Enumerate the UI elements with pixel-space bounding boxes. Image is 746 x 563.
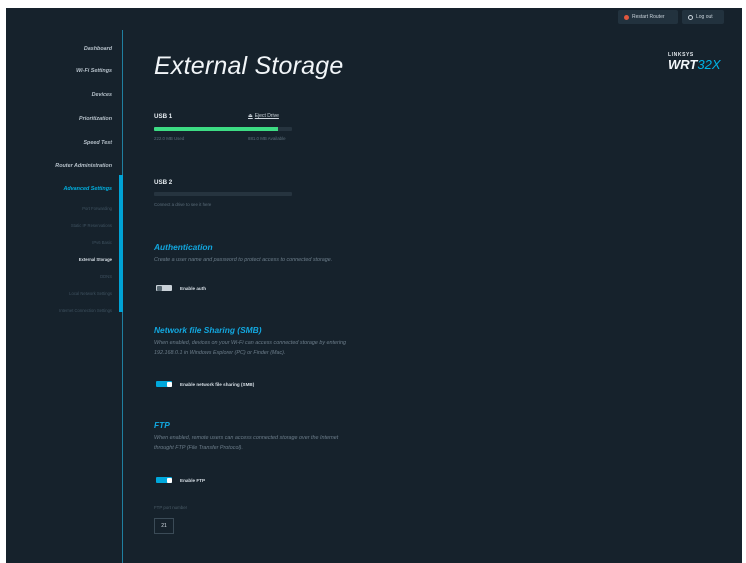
sidebar-sub-internet-connection-settings[interactable]: Internet Connection Settings	[59, 308, 112, 313]
main-content: External Storage USB 1 ⏏ Eject Drive 222…	[132, 26, 638, 563]
ftp-title: FTP	[154, 420, 170, 430]
smb-description-line2: 192.168.0.1 in Windows Explorer (PC) or …	[154, 350, 286, 356]
enable-ftp-label: Enable FTP	[180, 478, 206, 483]
authentication-title: Authentication	[154, 242, 213, 252]
usb2-usage-bar	[154, 192, 292, 196]
usb1-label: USB 1	[154, 113, 173, 120]
eject-icon: ⏏	[248, 113, 253, 119]
restart-router-button[interactable]: Restart Router	[618, 10, 678, 24]
sidebar-sub-external-storage[interactable]: External Storage	[79, 257, 112, 262]
sidebar-sub-ipv6-basic[interactable]: IPv6 Basic	[92, 240, 112, 245]
usb1-used-text: 222.0 MB Used	[154, 136, 185, 141]
eject-drive-link[interactable]: ⏏ Eject Drive	[248, 113, 279, 119]
sidebar-active-indicator	[119, 175, 123, 312]
brand-model: WRT32X	[668, 58, 721, 72]
brand-model-main: WRT	[668, 57, 698, 72]
usb1-usage-fill	[154, 127, 279, 131]
sidebar-sub-port-forwarding[interactable]: Port Forwarding	[82, 206, 112, 211]
authentication-description: Create a user name and password to prote…	[154, 257, 333, 263]
sidebar-item-router-administration[interactable]: Router Administration	[55, 163, 112, 169]
page-title: External Storage	[154, 52, 344, 80]
sidebar: Dashboard Wi-Fi Settings Devices Priorit…	[6, 26, 122, 563]
ftp-description-line1: When enabled, remote users can access co…	[154, 435, 339, 441]
enable-smb-label: Enable network file sharing (SMB)	[180, 382, 255, 387]
logout-label: Log out	[696, 14, 713, 20]
app-window: Restart Router Log out Dashboard Wi-Fi S…	[6, 8, 742, 563]
usb1-available-text: 881.0 MB Available	[248, 136, 286, 141]
restart-router-label: Restart Router	[632, 14, 665, 20]
sidebar-item-speed-test[interactable]: Speed Test	[83, 140, 112, 146]
toggle-knob	[156, 285, 162, 291]
usb2-note: Connect a drive to see it here	[154, 202, 212, 207]
smb-title: Network file Sharing (SMB)	[154, 325, 262, 335]
enable-auth-label: Enable auth	[180, 286, 207, 291]
brand-model-accent: 32X	[697, 57, 721, 72]
smb-description: When enabled, devices on your Wi-Fi can …	[154, 338, 474, 358]
top-bar: Restart Router Log out	[6, 8, 742, 26]
toggle-knob	[166, 477, 172, 483]
usb2-label: USB 2	[154, 179, 173, 186]
smb-description-line1: When enabled, devices on your Wi-Fi can …	[154, 340, 347, 346]
sidebar-item-wifi-settings[interactable]: Wi-Fi Settings	[76, 68, 112, 74]
logout-button[interactable]: Log out	[682, 10, 724, 24]
sidebar-item-devices[interactable]: Devices	[92, 92, 112, 98]
eject-drive-label: Eject Drive	[254, 113, 279, 119]
ftp-port-label: FTP port number	[154, 505, 188, 510]
sidebar-sub-ddns[interactable]: DDNS	[100, 274, 112, 279]
sidebar-sub-local-network-settings[interactable]: Local Network Settings	[69, 291, 112, 296]
enable-smb-toggle[interactable]	[156, 381, 172, 387]
sidebar-item-advanced-settings[interactable]: Advanced Settings	[63, 186, 112, 192]
enable-auth-toggle[interactable]	[156, 285, 172, 291]
enable-ftp-toggle[interactable]	[156, 477, 172, 483]
ftp-port-input[interactable]	[154, 518, 174, 534]
restart-icon	[624, 14, 629, 20]
sidebar-sub-static-ip-reservations[interactable]: Static IP Reservations	[71, 223, 112, 228]
sidebar-item-prioritization[interactable]: Prioritization	[79, 116, 112, 122]
ftp-description: When enabled, remote users can access co…	[154, 433, 474, 453]
usb1-usage-bar	[154, 127, 292, 131]
power-icon	[688, 14, 693, 20]
ftp-description-line2: throught FTP (File Transfer Protocol).	[154, 445, 243, 451]
brand-logo: LINKSYS WRT32X	[668, 52, 721, 72]
toggle-knob	[166, 381, 172, 387]
sidebar-item-dashboard[interactable]: Dashboard	[84, 46, 112, 52]
